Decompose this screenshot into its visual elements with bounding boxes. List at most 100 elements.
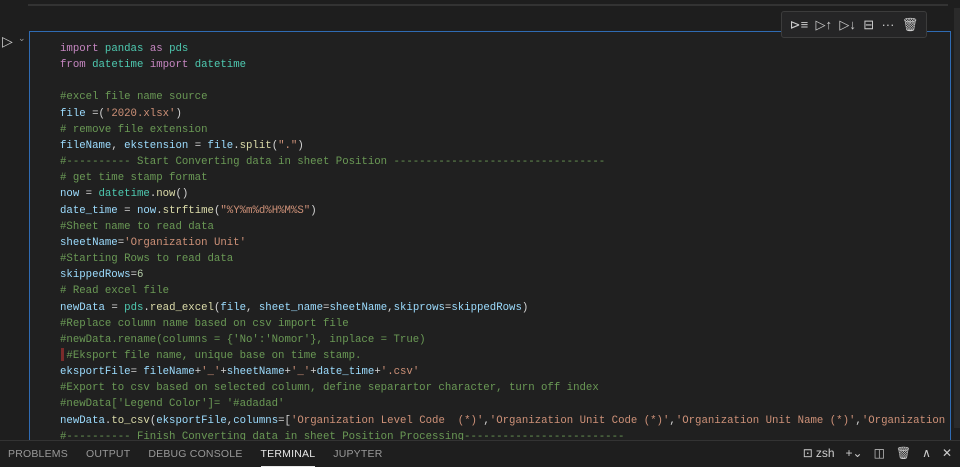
code-line[interactable]: from datetime import datetime [60, 57, 945, 73]
code-line[interactable]: now = datetime.now() [60, 186, 945, 202]
code-token: import [149, 59, 189, 72]
code-token: skippedRows [451, 301, 522, 314]
code-line[interactable]: #Eksport file name, unique base on time … [60, 348, 945, 364]
code-line[interactable]: newData.to_csv(eksportFile,columns=['Org… [60, 413, 945, 429]
code-token: 'Organization Unit Code (*)' [489, 414, 670, 427]
code-token: fileName [143, 366, 195, 379]
run-cell-icon[interactable]: ▷ [2, 33, 13, 50]
code-token: = [130, 366, 144, 379]
code-token: date_time [316, 366, 375, 379]
terminal-icon[interactable]: ⊡ [803, 446, 813, 460]
code-token: sheetName [329, 301, 388, 314]
code-token: newData [60, 301, 105, 314]
code-token: pds [124, 301, 144, 314]
code-line[interactable]: # remove file extension [60, 122, 945, 138]
code-line[interactable]: #newData['Legend Color']= '#adadad' [60, 396, 945, 412]
code-token: datetime [194, 59, 247, 72]
code-token: ) [175, 107, 182, 120]
code-token: now [136, 204, 157, 217]
close-panel-icon[interactable]: ✕ [942, 446, 952, 460]
code-token: 6 [136, 269, 144, 282]
cell-toolbar: ⊳≡ ▷↑ ▷↓ ⊟ ··· 🗑 [781, 11, 927, 38]
code-line[interactable]: #---------- Start Converting data in she… [60, 154, 945, 170]
code-token: pds [169, 43, 189, 55]
code-token: #newData.rename(columns = {'No':'Nomor'}… [60, 333, 426, 346]
code-line[interactable]: import pandas as pds [60, 41, 945, 57]
maximize-panel-icon[interactable]: ∧ [922, 446, 931, 460]
code-token: ) [310, 204, 317, 217]
execute-below-icon[interactable]: ▷↓ [839, 17, 856, 33]
code-token: "." [278, 139, 298, 152]
more-icon[interactable]: ··· [881, 17, 894, 32]
code-token: #Eksport file name, unique base on time … [60, 349, 362, 362]
code-editor[interactable]: import pandas as pds from datetime import… [60, 41, 945, 441]
code-token: from [60, 59, 86, 72]
tab-jupyter[interactable]: JUPYTER [333, 442, 382, 466]
kill-terminal-icon[interactable]: 🗑 [896, 446, 911, 460]
code-token: '2020.xlsx' [104, 107, 176, 120]
cell-divider [28, 4, 948, 6]
code-token: () [175, 188, 189, 201]
editor-scrollbar[interactable] [954, 8, 960, 428]
code-token: newData [60, 414, 105, 427]
code-token: now [156, 188, 176, 201]
run-by-line-icon[interactable]: ⊳≡ [790, 17, 808, 33]
code-line[interactable] [60, 73, 945, 89]
code-token: #Starting Rows to read data [60, 253, 234, 266]
code-line[interactable]: #excel file name source [60, 89, 945, 105]
code-line[interactable]: #Starting Rows to read data [60, 251, 945, 267]
code-token: strftime [162, 204, 214, 217]
code-token: 'Organization Unit Name (*)' [675, 414, 856, 427]
code-line[interactable]: #newData.rename(columns = {'No':'Nomor'}… [60, 332, 945, 348]
code-token: split [239, 139, 272, 152]
chevron-down-icon[interactable]: ⌄ [18, 33, 26, 44]
tab-terminal[interactable]: TERMINAL [260, 442, 316, 467]
code-line[interactable]: eksportFile= fileName+'_'+sheetName+'_'+… [60, 364, 945, 380]
code-token: fileName [60, 139, 112, 152]
code-line[interactable]: #Replace column name based on csv import… [60, 316, 945, 332]
code-token: 'Organization [861, 414, 946, 427]
code-line[interactable]: fileName, ekstension = file.split(".") [60, 138, 945, 154]
code-token: #Replace column name based on csv import… [60, 317, 349, 330]
tab-debug-console[interactable]: DEBUG CONSOLE [148, 442, 242, 466]
code-token: '_' [290, 366, 311, 379]
code-token: eksportFile [60, 366, 131, 379]
code-line[interactable]: #Export to csv based on selected column,… [60, 380, 945, 396]
code-line[interactable]: date_time = now.strftime("%Y%m%d%H%M%S") [60, 203, 945, 219]
code-line[interactable]: #Sheet name to read data [60, 219, 945, 235]
code-token: # get time stamp format [60, 172, 208, 185]
code-token: skiprows [393, 301, 445, 314]
tab-problems[interactable]: PROBLEMS [8, 442, 68, 466]
new-terminal-icon[interactable]: +⌄ [846, 446, 863, 460]
code-token: datetime [92, 59, 144, 72]
code-token: sheetName [60, 236, 118, 249]
code-token: , [111, 139, 125, 152]
code-token: file [220, 301, 247, 314]
code-token: datetime [98, 188, 150, 201]
code-token: to_csv [111, 414, 150, 427]
code-token: date_time [60, 204, 118, 217]
code-token: "%Y%m%d%H%M%S" [220, 204, 311, 217]
split-terminal-icon[interactable]: ◫ [874, 446, 885, 460]
code-line[interactable]: # Read excel file [60, 283, 945, 299]
code-line[interactable]: newData = pds.read_excel(file, sheet_nam… [60, 300, 945, 316]
tab-output[interactable]: OUTPUT [86, 442, 130, 466]
execute-above-icon[interactable]: ▷↑ [816, 17, 833, 33]
code-line[interactable]: # get time stamp format [60, 170, 945, 186]
code-line[interactable]: skippedRows=6 [60, 267, 945, 283]
split-cell-icon[interactable]: ⊟ [863, 17, 874, 33]
code-line[interactable]: file =('2020.xlsx') [60, 106, 945, 122]
code-token: , [246, 301, 259, 314]
code-token: ) [297, 139, 304, 152]
code-line[interactable]: sheetName='Organization Unit' [60, 235, 945, 251]
code-token: #Export to csv based on selected column,… [60, 382, 599, 395]
delete-icon[interactable]: 🗑 [902, 17, 919, 33]
code-token: read_excel [149, 301, 214, 314]
code-cell[interactable]: import pandas as pds from datetime import… [29, 31, 951, 441]
code-token: = [188, 139, 208, 152]
code-token: pandas [104, 43, 144, 55]
code-token: now [60, 188, 80, 201]
code-token: =( [85, 107, 105, 120]
breakpoint-marker [61, 348, 64, 361]
shell-name[interactable]: zsh [816, 446, 835, 460]
